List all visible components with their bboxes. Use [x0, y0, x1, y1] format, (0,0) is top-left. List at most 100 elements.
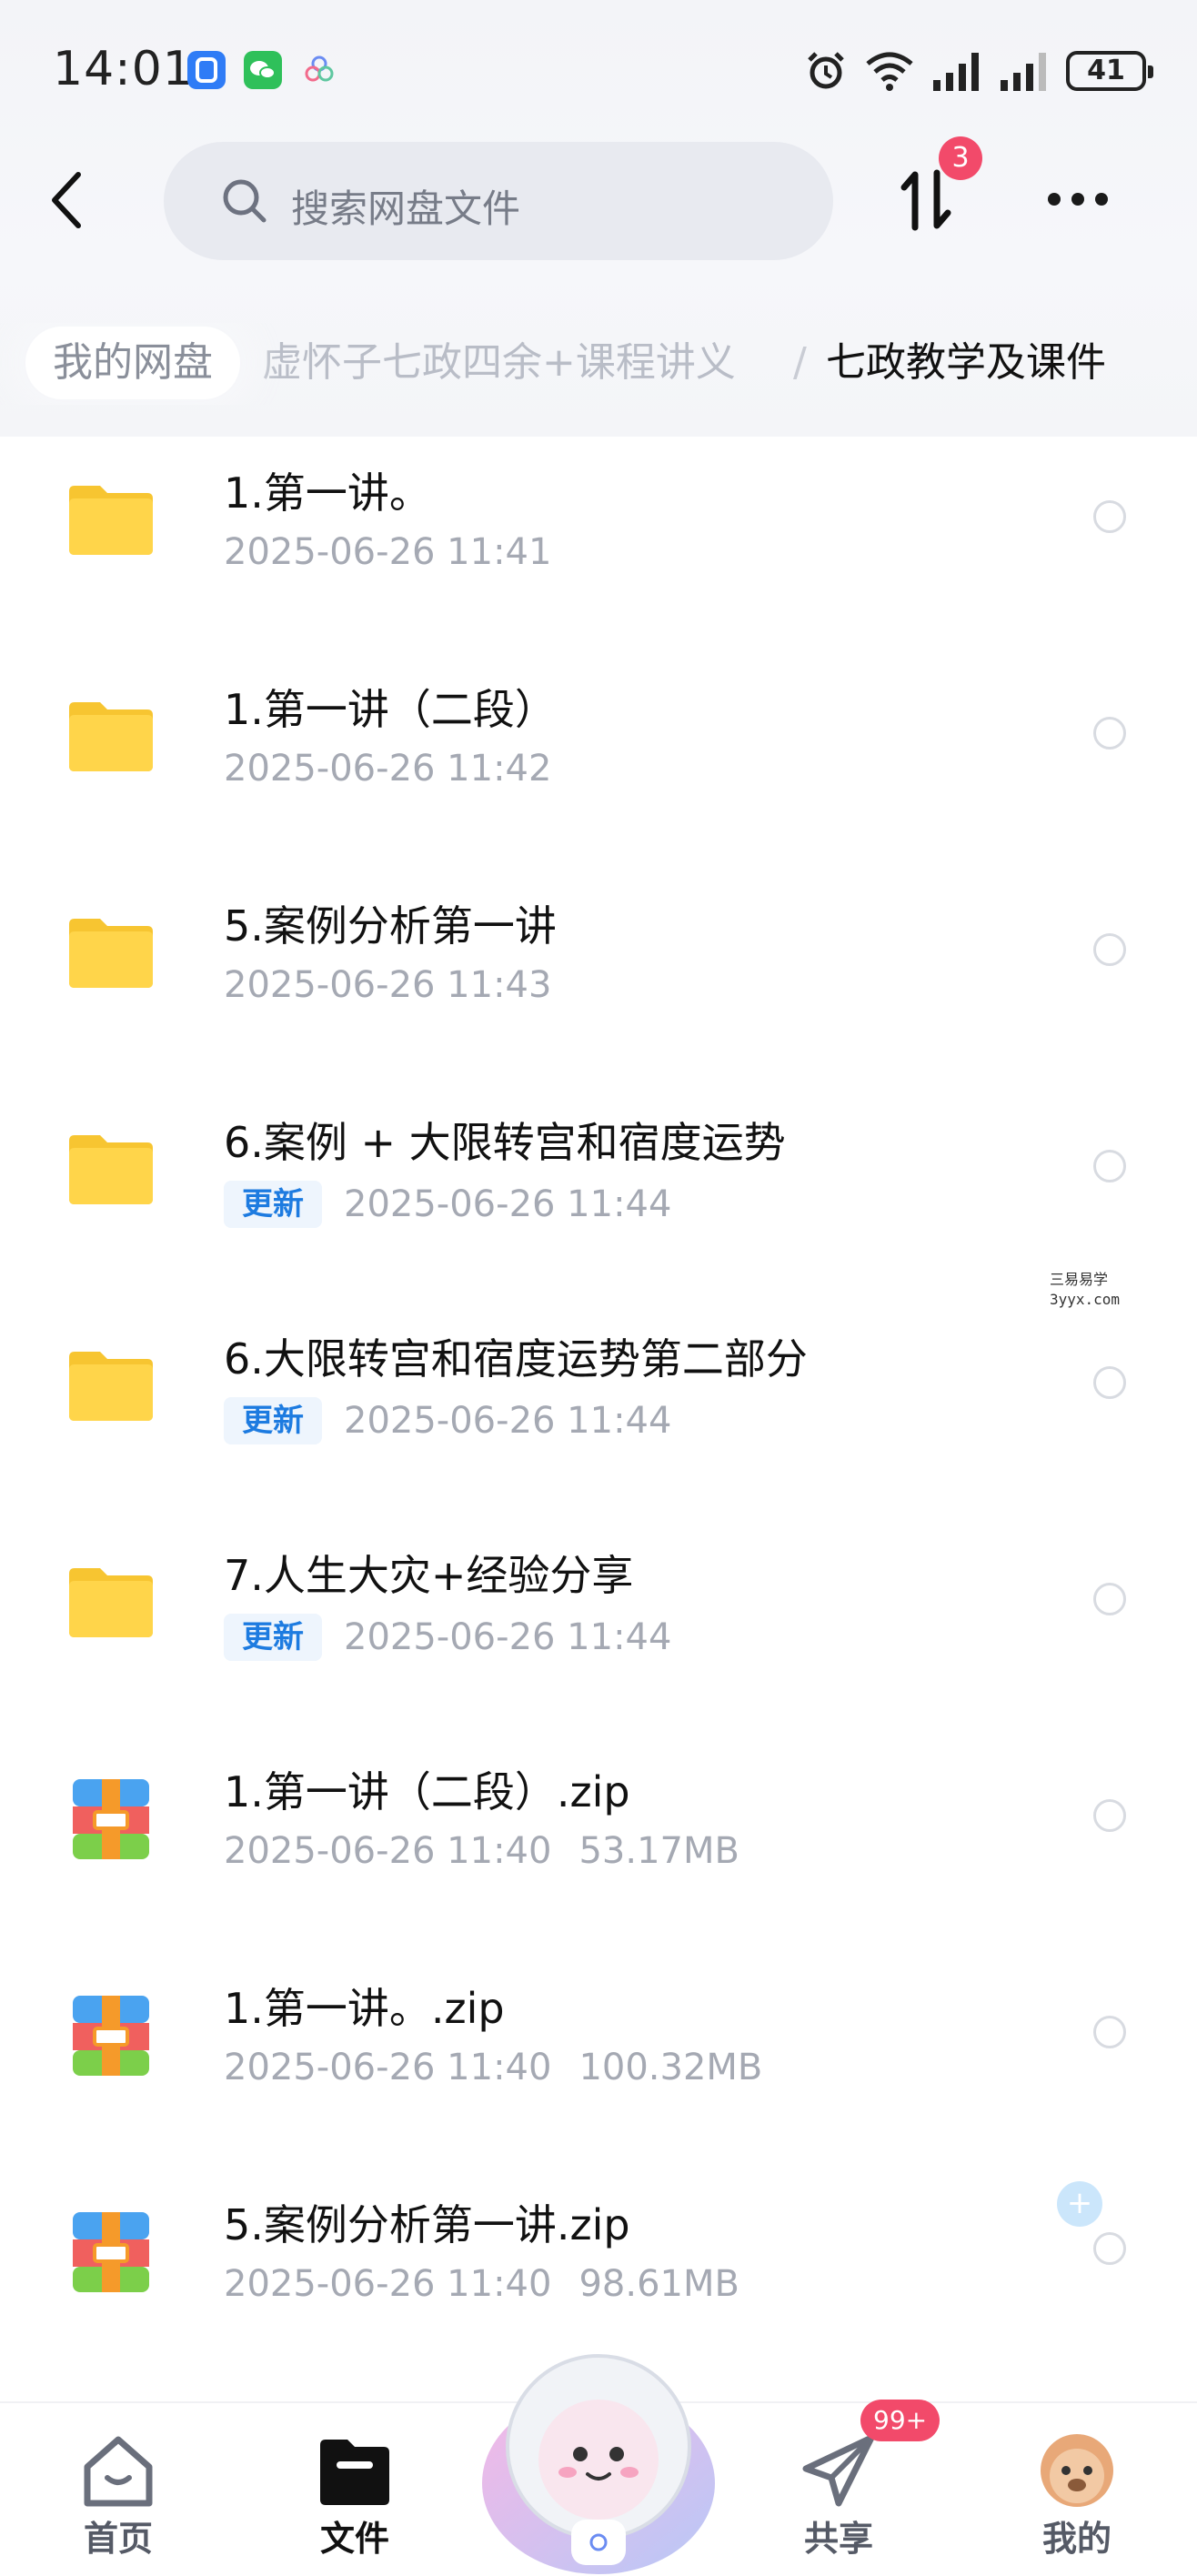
astronaut-mascot-icon	[482, 2354, 715, 2574]
zip-archive-icon	[73, 1996, 149, 2076]
search-icon	[223, 179, 267, 223]
status-time: 14:01	[53, 42, 194, 96]
more-dots-icon	[1048, 193, 1061, 206]
share-count-badge: 99+	[860, 2400, 940, 2441]
status-bar: 14:01 41	[0, 0, 1197, 146]
file-meta: 2025-06-26 11:42	[224, 748, 551, 790]
status-icons: 41	[804, 45, 1153, 96]
watermark-line: 三易易学	[1050, 1271, 1109, 1288]
select-checkbox[interactable]	[1093, 1150, 1126, 1182]
signal-icon	[1001, 53, 1046, 91]
file-size: 98.61MB	[578, 2263, 739, 2305]
more-dot	[1095, 193, 1108, 206]
file-name: 1.第一讲。.zip	[224, 1984, 505, 2033]
file-meta: 2025-06-26 11:40 53.17MB	[224, 1830, 739, 1872]
transfer-count-badge: 3	[939, 136, 982, 180]
file-meta: 2025-06-26 11:40 100.32MB	[224, 2047, 762, 2088]
update-badge: 更新	[224, 1181, 322, 1228]
folder-icon	[69, 486, 153, 555]
file-list: 1.第一讲。 2025-06-26 11:41 1.第一讲（二段） 2025-0…	[0, 437, 1197, 2401]
nav-mine-label: 我的	[1041, 2519, 1112, 2559]
folder-icon	[69, 1352, 153, 1421]
update-badge: 更新	[224, 1397, 322, 1444]
select-checkbox[interactable]	[1093, 717, 1126, 750]
select-checkbox[interactable]	[1093, 2016, 1126, 2048]
file-row[interactable]: 1.第一讲。.zip 2025-06-26 11:40 100.32MB	[0, 1952, 1197, 2168]
breadcrumb-separator: /	[793, 339, 807, 386]
cloud-app-icon	[300, 51, 338, 89]
more-button[interactable]	[1037, 173, 1119, 227]
folder-icon	[69, 702, 153, 771]
update-badge: 更新	[224, 1614, 322, 1661]
file-row[interactable]: 1.第一讲（二段）.zip 2025-06-26 11:40 53.17MB	[0, 1736, 1197, 1952]
file-meta: 2025-06-26 11:40 98.61MB	[224, 2263, 739, 2305]
file-row[interactable]: 5.案例分析第一讲 2025-06-26 11:43	[0, 870, 1197, 1086]
home-icon	[84, 2436, 153, 2507]
signal-icon	[933, 53, 979, 91]
file-meta: 更新 2025-06-26 11:44	[224, 1181, 671, 1228]
file-meta: 2025-06-26 11:41	[224, 531, 551, 573]
file-name: 5.案例分析第一讲.zip	[224, 2200, 630, 2249]
file-row[interactable]: 1.第一讲。 2025-06-26 11:41	[0, 437, 1197, 653]
file-size: 53.17MB	[578, 1830, 739, 1872]
file-date: 2025-06-26 11:40	[224, 2047, 552, 2088]
file-date: 2025-06-26 11:44	[344, 1616, 672, 1658]
battery-icon: 41	[1066, 51, 1153, 91]
nav-home-label: 首页	[83, 2519, 153, 2559]
breadcrumb-root[interactable]: 我的网盘	[25, 327, 240, 399]
file-date: 2025-06-26 11:42	[224, 748, 552, 790]
file-meta: 更新 2025-06-26 11:44	[224, 1397, 671, 1444]
search-input[interactable]: 搜索网盘文件	[164, 142, 833, 260]
nav-share-label: 共享	[803, 2519, 873, 2559]
floating-add-button[interactable]: +	[1057, 2181, 1102, 2227]
file-meta: 2025-06-26 11:43	[224, 964, 551, 1006]
select-checkbox[interactable]	[1093, 500, 1126, 533]
nav-mine[interactable]: 我的	[986, 2403, 1168, 2576]
zip-archive-icon	[73, 1779, 149, 1859]
watermark-line: 3yyx.com	[1050, 1291, 1121, 1308]
folder-icon	[320, 2440, 389, 2505]
file-row[interactable]: 1.第一讲（二段） 2025-06-26 11:42	[0, 653, 1197, 870]
file-date: 2025-06-26 11:44	[344, 1183, 672, 1225]
alarm-icon	[808, 52, 844, 89]
select-checkbox[interactable]	[1093, 1366, 1126, 1399]
folder-icon	[69, 1135, 153, 1204]
select-checkbox[interactable]	[1093, 1583, 1126, 1615]
file-row[interactable]: 6.大限转宫和宿度运势第二部分 更新 2025-06-26 11:44	[0, 1303, 1197, 1519]
file-row[interactable]: 6.案例 + 大限转宫和宿度运势 更新 2025-06-26 11:44	[0, 1086, 1197, 1303]
file-name: 1.第一讲。	[224, 468, 431, 518]
wechat-icon	[244, 51, 282, 89]
wifi-icon	[866, 52, 913, 91]
app-notification-icon	[187, 51, 226, 89]
file-date: 2025-06-26 11:40	[224, 1830, 552, 1872]
nav-files-label: 文件	[319, 2519, 389, 2559]
file-name: 6.大限转宫和宿度运势第二部分	[224, 1334, 808, 1384]
breadcrumb-parent[interactable]: 虚怀子七政四余+课程讲义	[262, 327, 736, 399]
file-date: 2025-06-26 11:41	[224, 531, 552, 573]
select-checkbox[interactable]	[1093, 2232, 1126, 2265]
zip-archive-icon	[73, 2212, 149, 2292]
file-name: 7.人生大灾+经验分享	[224, 1551, 634, 1600]
select-checkbox[interactable]	[1093, 1799, 1126, 1832]
avatar	[1041, 2434, 1113, 2507]
folder-icon	[69, 919, 153, 988]
file-name: 1.第一讲（二段）	[224, 685, 557, 734]
file-size: 100.32MB	[578, 2047, 763, 2088]
breadcrumb-current: 七政教学及课件	[826, 339, 1106, 386]
select-checkbox[interactable]	[1093, 933, 1126, 966]
chevron-left-icon	[52, 172, 81, 228]
file-date: 2025-06-26 11:44	[344, 1400, 672, 1442]
folder-icon	[69, 1568, 153, 1637]
back-button[interactable]	[36, 164, 109, 236]
file-name: 5.案例分析第一讲	[224, 901, 557, 951]
file-row[interactable]: 7.人生大灾+经验分享 更新 2025-06-26 11:44	[0, 1519, 1197, 1736]
file-meta: 更新 2025-06-26 11:44	[224, 1614, 671, 1661]
nav-files[interactable]: 文件	[264, 2403, 446, 2576]
mascot-assistant-button[interactable]	[480, 2338, 717, 2576]
file-date: 2025-06-26 11:43	[224, 964, 552, 1006]
file-name: 6.案例 + 大限转宫和宿度运势	[224, 1118, 786, 1167]
send-icon	[802, 2434, 875, 2507]
nav-home[interactable]: 首页	[27, 2403, 209, 2576]
file-name: 1.第一讲（二段）.zip	[224, 1767, 630, 1816]
breadcrumb: 虚怀子七政四余+课程讲义 我的网盘 / 七政教学及课件	[0, 323, 1197, 405]
